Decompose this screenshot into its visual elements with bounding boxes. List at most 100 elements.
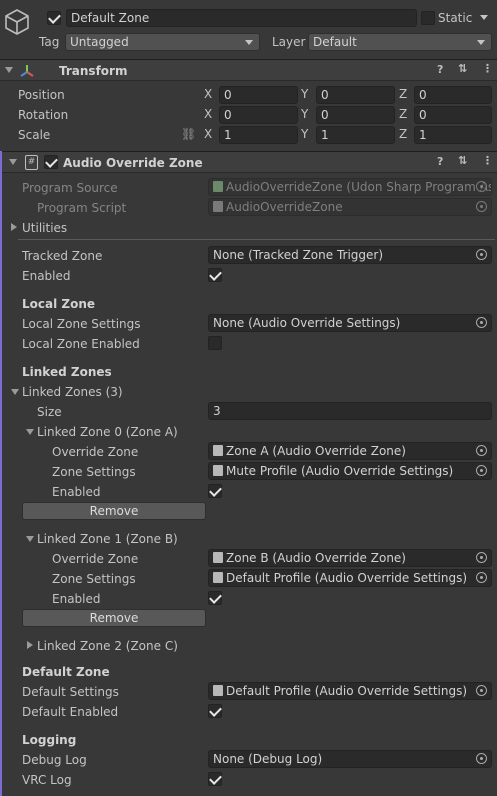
kebab-menu-icon[interactable]: ⋮ [482, 62, 493, 75]
axis-label-y: Y [301, 107, 309, 121]
object-picker-icon[interactable] [476, 685, 487, 696]
component-enabled-checkbox[interactable] [44, 155, 58, 169]
component-ref-icon [213, 685, 223, 696]
zone-settings-label: Zone Settings [52, 465, 136, 479]
link-icon[interactable]: ⛓ [181, 127, 196, 141]
utilities-label[interactable]: Utilities [22, 220, 67, 236]
object-name-field[interactable]: Default Zone [66, 9, 417, 27]
component-ref-icon [213, 465, 223, 476]
object-picker-icon[interactable] [476, 201, 487, 212]
default-settings-field[interactable]: Default Profile (Audio Override Settings… [208, 682, 492, 700]
layer-value: Default [313, 35, 357, 49]
component-accent-bar [0, 151, 2, 796]
axis-label-z: Z [399, 127, 408, 141]
active-checkbox[interactable] [47, 11, 61, 25]
tag-dropdown[interactable]: Untagged [65, 33, 260, 51]
linked-zone-1-title[interactable]: Linked Zone 1 (Zone B) [37, 531, 178, 547]
transform-x-field[interactable]: 1 [219, 126, 298, 144]
transform-axes-icon [19, 63, 35, 82]
logging-heading: Logging [22, 733, 77, 747]
debug-log-field[interactable]: None (Debug Log) [208, 750, 492, 768]
remove-button[interactable]: Remove [22, 502, 206, 520]
local-zone-enabled-checkbox[interactable] [208, 336, 222, 350]
linked-zones-fold-arrow[interactable] [11, 389, 19, 395]
override-zone-value: Zone B (Audio Override Zone) [226, 551, 406, 565]
linked-zone-2-title[interactable]: Linked Zone 2 (Zone C) [37, 638, 178, 654]
program-script-field[interactable]: AudioOverrideZone [208, 198, 492, 216]
help-icon[interactable]: ? [437, 63, 443, 76]
axis-label-y: Y [301, 127, 309, 141]
asset-icon [213, 181, 223, 192]
script-icon: # [25, 155, 38, 170]
zone-settings-label: Zone Settings [52, 572, 136, 586]
component-ref-icon [213, 552, 223, 563]
layer-dropdown[interactable]: Default [308, 33, 492, 51]
default-enabled-checkbox[interactable] [208, 704, 222, 718]
object-picker-icon[interactable] [476, 552, 487, 563]
component-ref-icon [213, 572, 223, 583]
program-source-field[interactable]: AudioOverrideZone (Udon Sharp Program As [208, 178, 492, 196]
local-zone-settings-field[interactable]: None (Audio Override Settings) [208, 314, 492, 332]
linked-zone-0-title[interactable]: Linked Zone 0 (Zone A) [37, 424, 178, 440]
presets-icon[interactable]: ⇅ [458, 62, 467, 75]
enabled-checkbox[interactable] [208, 268, 222, 282]
script-asset-icon [213, 201, 223, 212]
vrc-log-checkbox[interactable] [208, 772, 222, 786]
object-picker-icon[interactable] [476, 181, 487, 192]
local-zone-settings-label: Local Zone Settings [22, 317, 141, 331]
transform-z-field[interactable]: 1 [414, 126, 492, 144]
transform-z-field[interactable]: 0 [414, 86, 492, 104]
object-picker-icon[interactable] [476, 753, 487, 764]
zone-enabled-checkbox[interactable] [208, 484, 222, 498]
local-zone-settings-value: None (Audio Override Settings) [213, 316, 401, 330]
linked-zone-2-fold-arrow[interactable] [27, 641, 33, 649]
transform-y-field[interactable]: 1 [316, 126, 395, 144]
object-picker-icon[interactable] [476, 317, 487, 328]
kebab-menu-icon[interactable]: ⋮ [482, 154, 493, 167]
tracked-zone-field[interactable]: None (Tracked Zone Trigger) [208, 246, 492, 264]
static-checkbox[interactable] [421, 11, 435, 25]
transform-header[interactable]: Transform ? ⇅ ⋮ [0, 59, 497, 81]
override-zone-field[interactable]: Zone B (Audio Override Zone) [208, 549, 492, 567]
debug-log-label: Debug Log [22, 753, 87, 767]
remove-button[interactable]: Remove [22, 609, 206, 627]
override-zone-field[interactable]: Zone A (Audio Override Zone) [208, 442, 492, 460]
static-label: Static [438, 11, 473, 25]
linked-zone-1-fold-arrow[interactable] [26, 536, 34, 542]
vrc-log-label: VRC Log [22, 773, 72, 787]
zone-settings-field[interactable]: Mute Profile (Audio Override Settings) [208, 462, 492, 480]
default-settings-value: Default Profile (Audio Override Settings… [226, 684, 468, 698]
presets-icon[interactable]: ⇅ [458, 154, 467, 167]
object-picker-icon[interactable] [476, 445, 487, 456]
object-picker-icon[interactable] [476, 572, 487, 583]
tracked-zone-label: Tracked Zone [22, 249, 103, 263]
size-field[interactable]: 3 [208, 402, 492, 420]
zone-enabled-checkbox[interactable] [208, 591, 222, 605]
help-icon[interactable]: ? [437, 155, 443, 168]
zone-settings-value: Default Profile (Audio Override Settings… [226, 571, 468, 585]
transform-x-field[interactable]: 0 [219, 106, 298, 124]
static-dropdown-arrow[interactable] [480, 15, 488, 20]
axis-label-x: X [204, 127, 213, 141]
component-header[interactable]: # Audio Override Zone ? ⇅ ⋮ [2, 151, 497, 173]
component-fold-arrow[interactable] [9, 159, 17, 165]
object-picker-icon[interactable] [476, 249, 487, 260]
zone-enabled-label: Enabled [52, 592, 101, 606]
cube-icon [4, 8, 30, 39]
zone-settings-field[interactable]: Default Profile (Audio Override Settings… [208, 569, 492, 587]
size-label: Size [37, 405, 62, 419]
program-script-label: Program Script [37, 201, 127, 215]
linked-zones-label[interactable]: Linked Zones (3) [22, 384, 123, 400]
object-picker-icon[interactable] [476, 465, 487, 476]
utilities-fold-arrow[interactable] [11, 223, 17, 231]
transform-fold-arrow[interactable] [5, 67, 13, 73]
axis-label-z: Z [399, 107, 408, 121]
local-zone-enabled-label: Local Zone Enabled [22, 337, 140, 351]
linked-zone-0-fold-arrow[interactable] [26, 429, 34, 435]
transform-y-field[interactable]: 0 [316, 86, 395, 104]
transform-x-field[interactable]: 0 [219, 86, 298, 104]
transform-z-field[interactable]: 0 [414, 106, 492, 124]
axis-label-x: X [204, 87, 213, 101]
transform-title: Transform [59, 64, 128, 78]
transform-y-field[interactable]: 0 [316, 106, 395, 124]
